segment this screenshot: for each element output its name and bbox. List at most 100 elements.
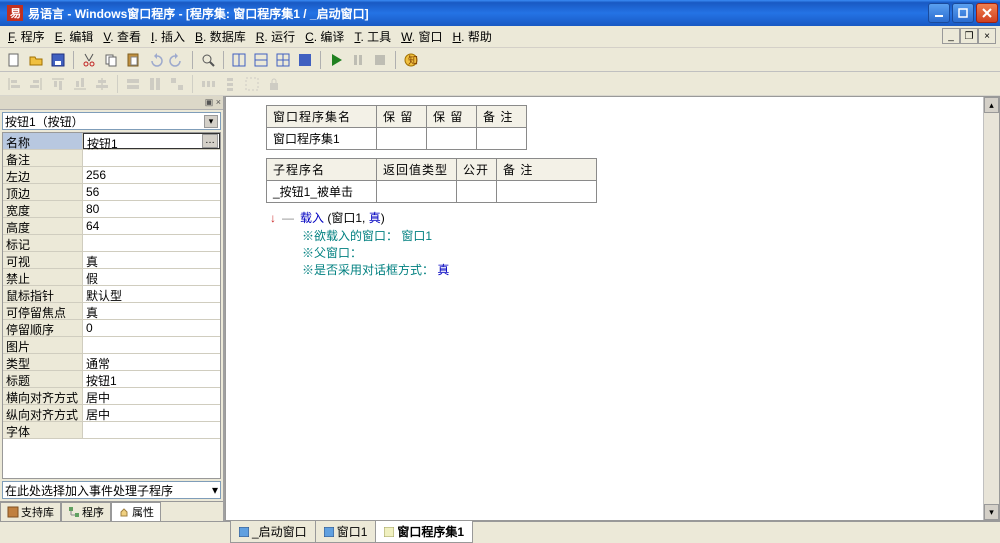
- property-row[interactable]: 顶边56: [3, 184, 220, 201]
- scroll-track[interactable]: [984, 113, 999, 504]
- ellipsis-button[interactable]: …: [202, 134, 218, 148]
- mdi-close-button[interactable]: ×: [978, 28, 996, 44]
- property-row[interactable]: 禁止假: [3, 269, 220, 286]
- mdi-minimize-button[interactable]: _: [942, 28, 960, 44]
- property-value[interactable]: [83, 150, 220, 166]
- menu-edit[interactable]: E. 编辑: [51, 26, 98, 47]
- lock-icon[interactable]: [264, 74, 284, 94]
- property-value[interactable]: 256: [83, 167, 220, 183]
- tab-properties[interactable]: 属性: [111, 502, 161, 521]
- menu-window[interactable]: W. 窗口: [397, 26, 446, 47]
- property-value[interactable]: 按钮1: [83, 371, 220, 387]
- menu-compile[interactable]: C. 编译: [301, 26, 348, 47]
- property-value[interactable]: 通常: [83, 354, 220, 370]
- save-icon[interactable]: [48, 50, 68, 70]
- property-row[interactable]: 标记: [3, 235, 220, 252]
- same-width-icon[interactable]: [123, 74, 143, 94]
- property-row[interactable]: 宽度80: [3, 201, 220, 218]
- center-h-icon[interactable]: [92, 74, 112, 94]
- property-value[interactable]: 居中: [83, 388, 220, 404]
- property-row[interactable]: 可停留焦点真: [3, 303, 220, 320]
- property-value[interactable]: 按钮1…: [83, 133, 220, 149]
- tab-support-lib[interactable]: 支持库: [0, 502, 61, 521]
- property-row[interactable]: 高度64: [3, 218, 220, 235]
- table-row[interactable]: _按钮1_被单击: [267, 181, 597, 203]
- layout3-icon[interactable]: [273, 50, 293, 70]
- align-right-icon[interactable]: [26, 74, 46, 94]
- property-row[interactable]: 类型通常: [3, 354, 220, 371]
- scroll-down-icon[interactable]: ▾: [984, 504, 999, 520]
- copy-icon[interactable]: [101, 50, 121, 70]
- property-value[interactable]: 假: [83, 269, 220, 285]
- property-row[interactable]: 停留顺序0: [3, 320, 220, 337]
- property-grid[interactable]: 名称按钮1…备注左边256顶边56宽度80高度64标记可视真禁止假鼠标指针默认型…: [2, 132, 221, 479]
- cut-icon[interactable]: [79, 50, 99, 70]
- same-height-icon[interactable]: [145, 74, 165, 94]
- layout1-icon[interactable]: [229, 50, 249, 70]
- panel-pin-icon[interactable]: ▣ ×: [205, 97, 221, 108]
- knowledge-icon[interactable]: 知: [401, 50, 421, 70]
- property-value[interactable]: [83, 422, 220, 438]
- vertical-scrollbar[interactable]: ▴ ▾: [983, 97, 999, 520]
- pause-icon[interactable]: [348, 50, 368, 70]
- code-line[interactable]: 载入 (窗口1, 真): [300, 209, 385, 227]
- property-value[interactable]: 56: [83, 184, 220, 200]
- tab-program[interactable]: 程序: [61, 502, 111, 521]
- property-row[interactable]: 字体: [3, 422, 220, 439]
- tab-start-window[interactable]: _启动窗口: [230, 521, 316, 543]
- space-h-icon[interactable]: [198, 74, 218, 94]
- menu-run[interactable]: R. 运行: [252, 26, 299, 47]
- property-value[interactable]: 80: [83, 201, 220, 217]
- redo-icon[interactable]: [167, 50, 187, 70]
- menu-database[interactable]: B. 数据库: [191, 26, 250, 47]
- property-row[interactable]: 横向对齐方式居中: [3, 388, 220, 405]
- close-button[interactable]: [976, 3, 998, 23]
- open-icon[interactable]: [26, 50, 46, 70]
- menu-insert[interactable]: I. 插入: [147, 26, 189, 47]
- maximize-button[interactable]: [952, 3, 974, 23]
- menu-help[interactable]: H. 帮助: [448, 26, 495, 47]
- property-value[interactable]: 默认型: [83, 286, 220, 302]
- property-value[interactable]: 0: [83, 320, 220, 336]
- property-value[interactable]: 居中: [83, 405, 220, 421]
- event-selector[interactable]: 在此处选择加入事件处理子程序 ▾: [2, 481, 221, 499]
- property-row[interactable]: 鼠标指针默认型: [3, 286, 220, 303]
- run-icon[interactable]: [326, 50, 346, 70]
- menu-view[interactable]: V. 查看: [99, 26, 145, 47]
- menu-tools[interactable]: T. 工具: [350, 26, 395, 47]
- undo-icon[interactable]: [145, 50, 165, 70]
- menu-program[interactable]: F. 程序: [4, 26, 49, 47]
- new-icon[interactable]: [4, 50, 24, 70]
- stop-icon[interactable]: [370, 50, 390, 70]
- property-row[interactable]: 纵向对齐方式居中: [3, 405, 220, 422]
- property-row[interactable]: 可视真: [3, 252, 220, 269]
- property-row[interactable]: 标题按钮1: [3, 371, 220, 388]
- property-value[interactable]: 64: [83, 218, 220, 234]
- align-bottom-icon[interactable]: [70, 74, 90, 94]
- property-value[interactable]: [83, 337, 220, 353]
- object-selector[interactable]: 按钮1（按钮） ▾: [2, 112, 221, 130]
- find-icon[interactable]: [198, 50, 218, 70]
- tab-program-set1[interactable]: 窗口程序集1: [375, 521, 473, 543]
- align-top-icon[interactable]: [48, 74, 68, 94]
- layout2-icon[interactable]: [251, 50, 271, 70]
- property-value[interactable]: 真: [83, 303, 220, 319]
- property-row[interactable]: 左边256: [3, 167, 220, 184]
- mdi-restore-button[interactable]: ❐: [960, 28, 978, 44]
- tab-window1[interactable]: 窗口1: [315, 521, 377, 543]
- property-row[interactable]: 备注: [3, 150, 220, 167]
- layout4-icon[interactable]: [295, 50, 315, 70]
- code-editor[interactable]: 窗口程序集名 保 留 保 留 备 注 窗口程序集1 子程序名 返回值类型: [225, 96, 1000, 521]
- property-value[interactable]: 真: [83, 252, 220, 268]
- scroll-up-icon[interactable]: ▴: [984, 97, 999, 113]
- property-value[interactable]: [83, 235, 220, 251]
- align-left-icon[interactable]: [4, 74, 24, 94]
- property-row[interactable]: 图片: [3, 337, 220, 354]
- table-row[interactable]: 窗口程序集1: [267, 128, 527, 150]
- group-icon[interactable]: [242, 74, 262, 94]
- fold-icon[interactable]: —: [282, 209, 294, 227]
- space-v-icon[interactable]: [220, 74, 240, 94]
- property-row[interactable]: 名称按钮1…: [3, 133, 220, 150]
- paste-icon[interactable]: [123, 50, 143, 70]
- minimize-button[interactable]: [928, 3, 950, 23]
